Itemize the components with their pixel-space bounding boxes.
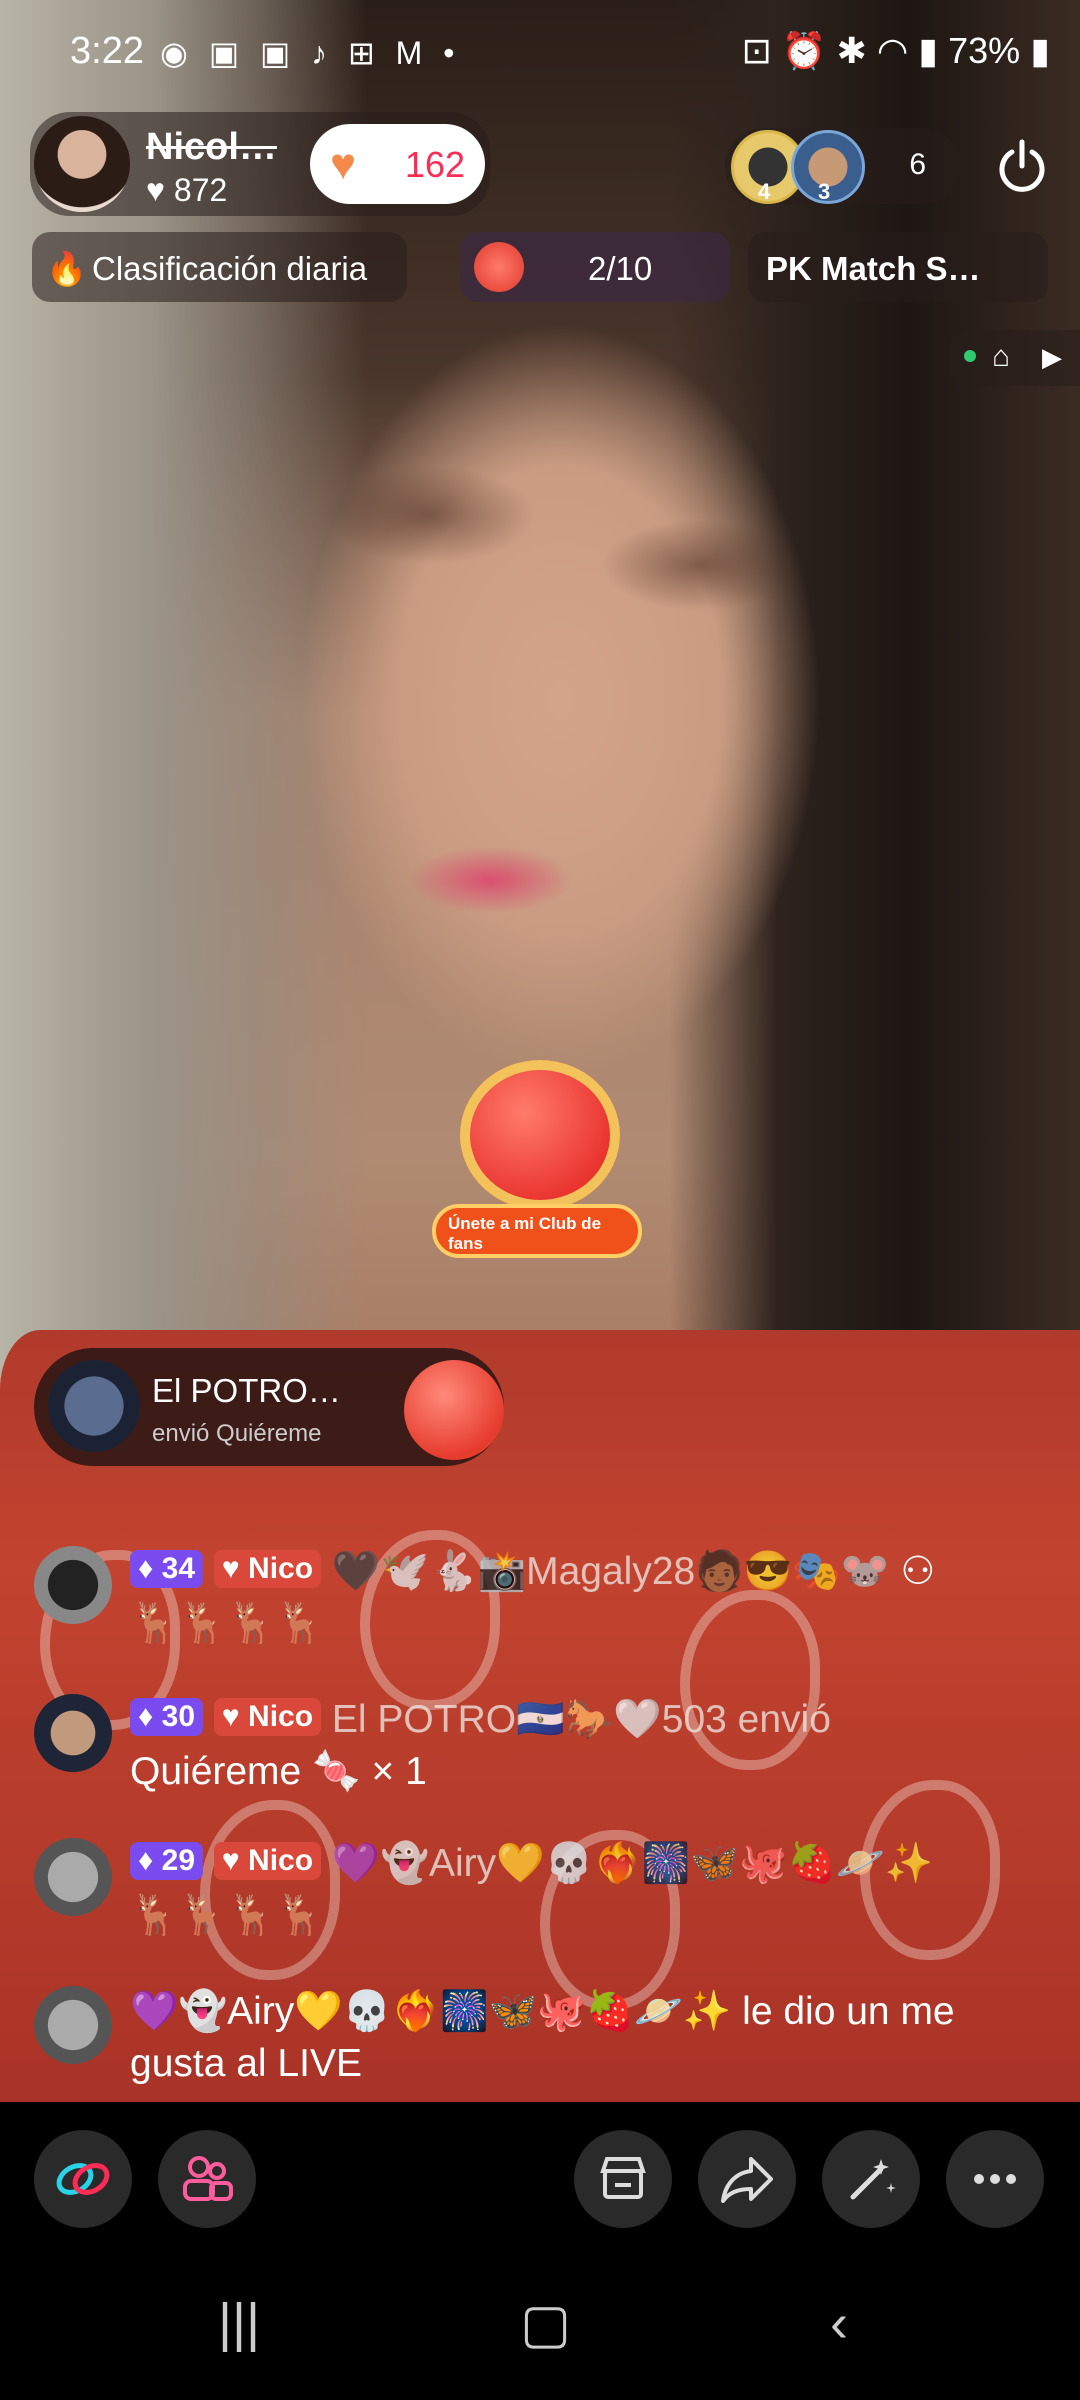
battery-saver-icon: ⊡ <box>741 30 772 71</box>
wifi-icon: ◠ <box>876 30 909 71</box>
more-icon <box>974 2174 1016 2184</box>
commenter-avatar[interactable] <box>34 1986 112 2064</box>
magic-wand-icon <box>850 2159 896 2200</box>
guests-icon <box>183 2156 233 2201</box>
viewer-avatar[interactable]: 3 <box>791 130 865 204</box>
comment-text-line2: Quiéreme 🍬 × 1 <box>130 1750 427 1793</box>
gift-icon <box>474 242 524 292</box>
play-icon[interactable]: ▶ <box>1042 342 1062 373</box>
mascot-icon <box>460 1060 620 1210</box>
fan-badge: ♥ Nico <box>213 1698 322 1736</box>
more-button[interactable] <box>946 2130 1044 2228</box>
join-fan-club-button[interactable]: Únete a mi Club de fans <box>432 1204 642 1258</box>
commenter-avatar[interactable] <box>34 1694 112 1772</box>
gifter-avatar[interactable] <box>48 1360 140 1452</box>
level-value: 34 <box>161 1552 196 1585</box>
comment-item[interactable]: ♦ 30 ♥ Nico El POTRO🇸🇻🐎🤍503 envió Quiére… <box>30 1694 1040 1804</box>
multi-guest-icon <box>56 2163 110 2195</box>
host-name: Nicol… <box>146 126 277 168</box>
share-button[interactable] <box>698 2130 796 2228</box>
level-value: 29 <box>161 1844 196 1877</box>
daily-ranking-label: Clasificación diaria <box>92 250 368 287</box>
goal-progress-chip[interactable]: 2/10 <box>460 232 730 302</box>
top-viewers[interactable]: 4 3 6 <box>725 128 960 204</box>
signal-icon: ▮ <box>918 30 939 71</box>
comment-text: 💜👻Airy💛💀❤️‍🔥🎆🦋🐙🍓🪐✨ le dio un me <box>130 1990 955 2033</box>
shop-icon <box>600 2157 646 2199</box>
status-bar: 3:22 ◉ ▣ ▣ ♪ ⊞ M • ⊡ ⏰ ✱ ◠ ▮ 73% ▮ <box>0 0 1080 110</box>
commenter-avatar[interactable] <box>34 1838 112 1916</box>
comment-text: El POTRO🇸🇻🐎🤍503 envió <box>331 1698 831 1741</box>
fan-badge-name: Nico <box>248 1552 314 1585</box>
host-avatar[interactable] <box>34 116 130 212</box>
battery-icon: ▮ <box>1030 30 1050 71</box>
host-likes: ♥ 872 <box>146 172 227 209</box>
daily-ranking-chip[interactable]: 🔥 Clasificación diaria <box>32 232 407 302</box>
clock: 3:22 <box>70 30 144 72</box>
battery-percent: 73% <box>948 30 1021 71</box>
comment-text: 🦌🦌🦌🦌 <box>130 1894 325 1937</box>
gift-icon <box>404 1360 504 1460</box>
back-icon[interactable]: ‹ <box>830 2292 848 2354</box>
notification-icons: ◉ ▣ ▣ ♪ ⊞ M • <box>160 35 461 71</box>
fan-badge-name: Nico <box>248 1700 314 1733</box>
live-controls[interactable]: ⌂ ▶ <box>950 330 1080 386</box>
viewer-rank: 3 <box>818 179 831 204</box>
gift-action: envió Quiéreme <box>152 1420 322 1447</box>
fire-icon: 🔥 <box>46 250 88 287</box>
gift-banner[interactable]: El POTRO… envió Quiéreme <box>34 1348 504 1466</box>
level-badge: ♦ 29 <box>130 1842 204 1880</box>
close-icon[interactable] <box>994 138 1050 194</box>
home-button-icon[interactable]: ▢ <box>520 2292 571 2355</box>
effects-button[interactable] <box>822 2130 920 2228</box>
multi-guest-button[interactable] <box>34 2130 132 2228</box>
alarm-icon: ⏰ <box>781 30 827 71</box>
comment-username: 🖤🕊️🐇📸Magaly28🧑🏾😎🎭🐭 <box>331 1550 890 1593</box>
fan-badge: ♥ Nico <box>213 1550 322 1588</box>
goal-progress: 2/10 <box>588 250 653 287</box>
add-friend-icon[interactable]: ⚇ <box>900 1550 935 1593</box>
fan-count: 162 <box>405 144 466 185</box>
fan-club-promo[interactable]: Únete a mi Club de fans <box>420 1040 660 1260</box>
shop-button[interactable] <box>574 2130 672 2228</box>
comment-item[interactable]: 💜👻Airy💛💀❤️‍🔥🎆🦋🐙🍓🪐✨ le dio un me gusta al… <box>30 1986 1040 2096</box>
heart-icon: ♥ <box>330 140 357 189</box>
level-badge: ♦ 34 <box>130 1550 204 1588</box>
system-tray: ⊡ ⏰ ✱ ◠ ▮ 73% ▮ <box>742 30 1050 72</box>
bluetooth-icon: ✱ <box>836 30 867 71</box>
commenter-avatar[interactable] <box>34 1546 112 1624</box>
level-value: 30 <box>161 1700 196 1733</box>
comment-item[interactable]: ♦ 34 ♥ Nico 🖤🕊️🐇📸Magaly28🧑🏾😎🎭🐭 ⚇ 🦌🦌🦌🦌 <box>30 1546 1040 1656</box>
fan-club-button[interactable]: ♥ 162 <box>310 124 485 204</box>
gifter-name: El POTRO… <box>152 1372 341 1409</box>
heart-icon: ♥ <box>146 172 165 208</box>
home-icon[interactable]: ⌂ <box>992 340 1010 374</box>
recent-apps-icon[interactable]: ||| <box>218 2292 260 2354</box>
fan-badge-name: Nico <box>248 1844 314 1877</box>
viewer-count: 6 <box>909 148 926 181</box>
pk-match-label: PK Match S… <box>766 250 981 287</box>
comment-username: 💜👻Airy💛💀❤️‍🔥🎆🦋🐙🍓🪐✨ <box>331 1842 934 1885</box>
live-dot <box>964 350 976 362</box>
comment-item[interactable]: ♦ 29 ♥ Nico 💜👻Airy💛💀❤️‍🔥🎆🦋🐙🍓🪐✨ 🦌🦌🦌🦌 <box>30 1838 1040 1948</box>
level-badge: ♦ 30 <box>130 1698 204 1736</box>
viewer-rank: 4 <box>758 179 771 204</box>
pk-match-chip[interactable]: PK Match S… <box>748 232 1048 302</box>
bottom-bar: ||| ▢ ‹ <box>0 2102 1080 2400</box>
fan-badge: ♥ Nico <box>213 1842 322 1880</box>
guests-button[interactable] <box>158 2130 256 2228</box>
comment-text: 🦌🦌🦌🦌 <box>130 1602 325 1645</box>
host-likes-count: 872 <box>173 172 228 208</box>
comment-text-line2: gusta al LIVE <box>130 2042 362 2085</box>
share-icon <box>721 2157 773 2203</box>
